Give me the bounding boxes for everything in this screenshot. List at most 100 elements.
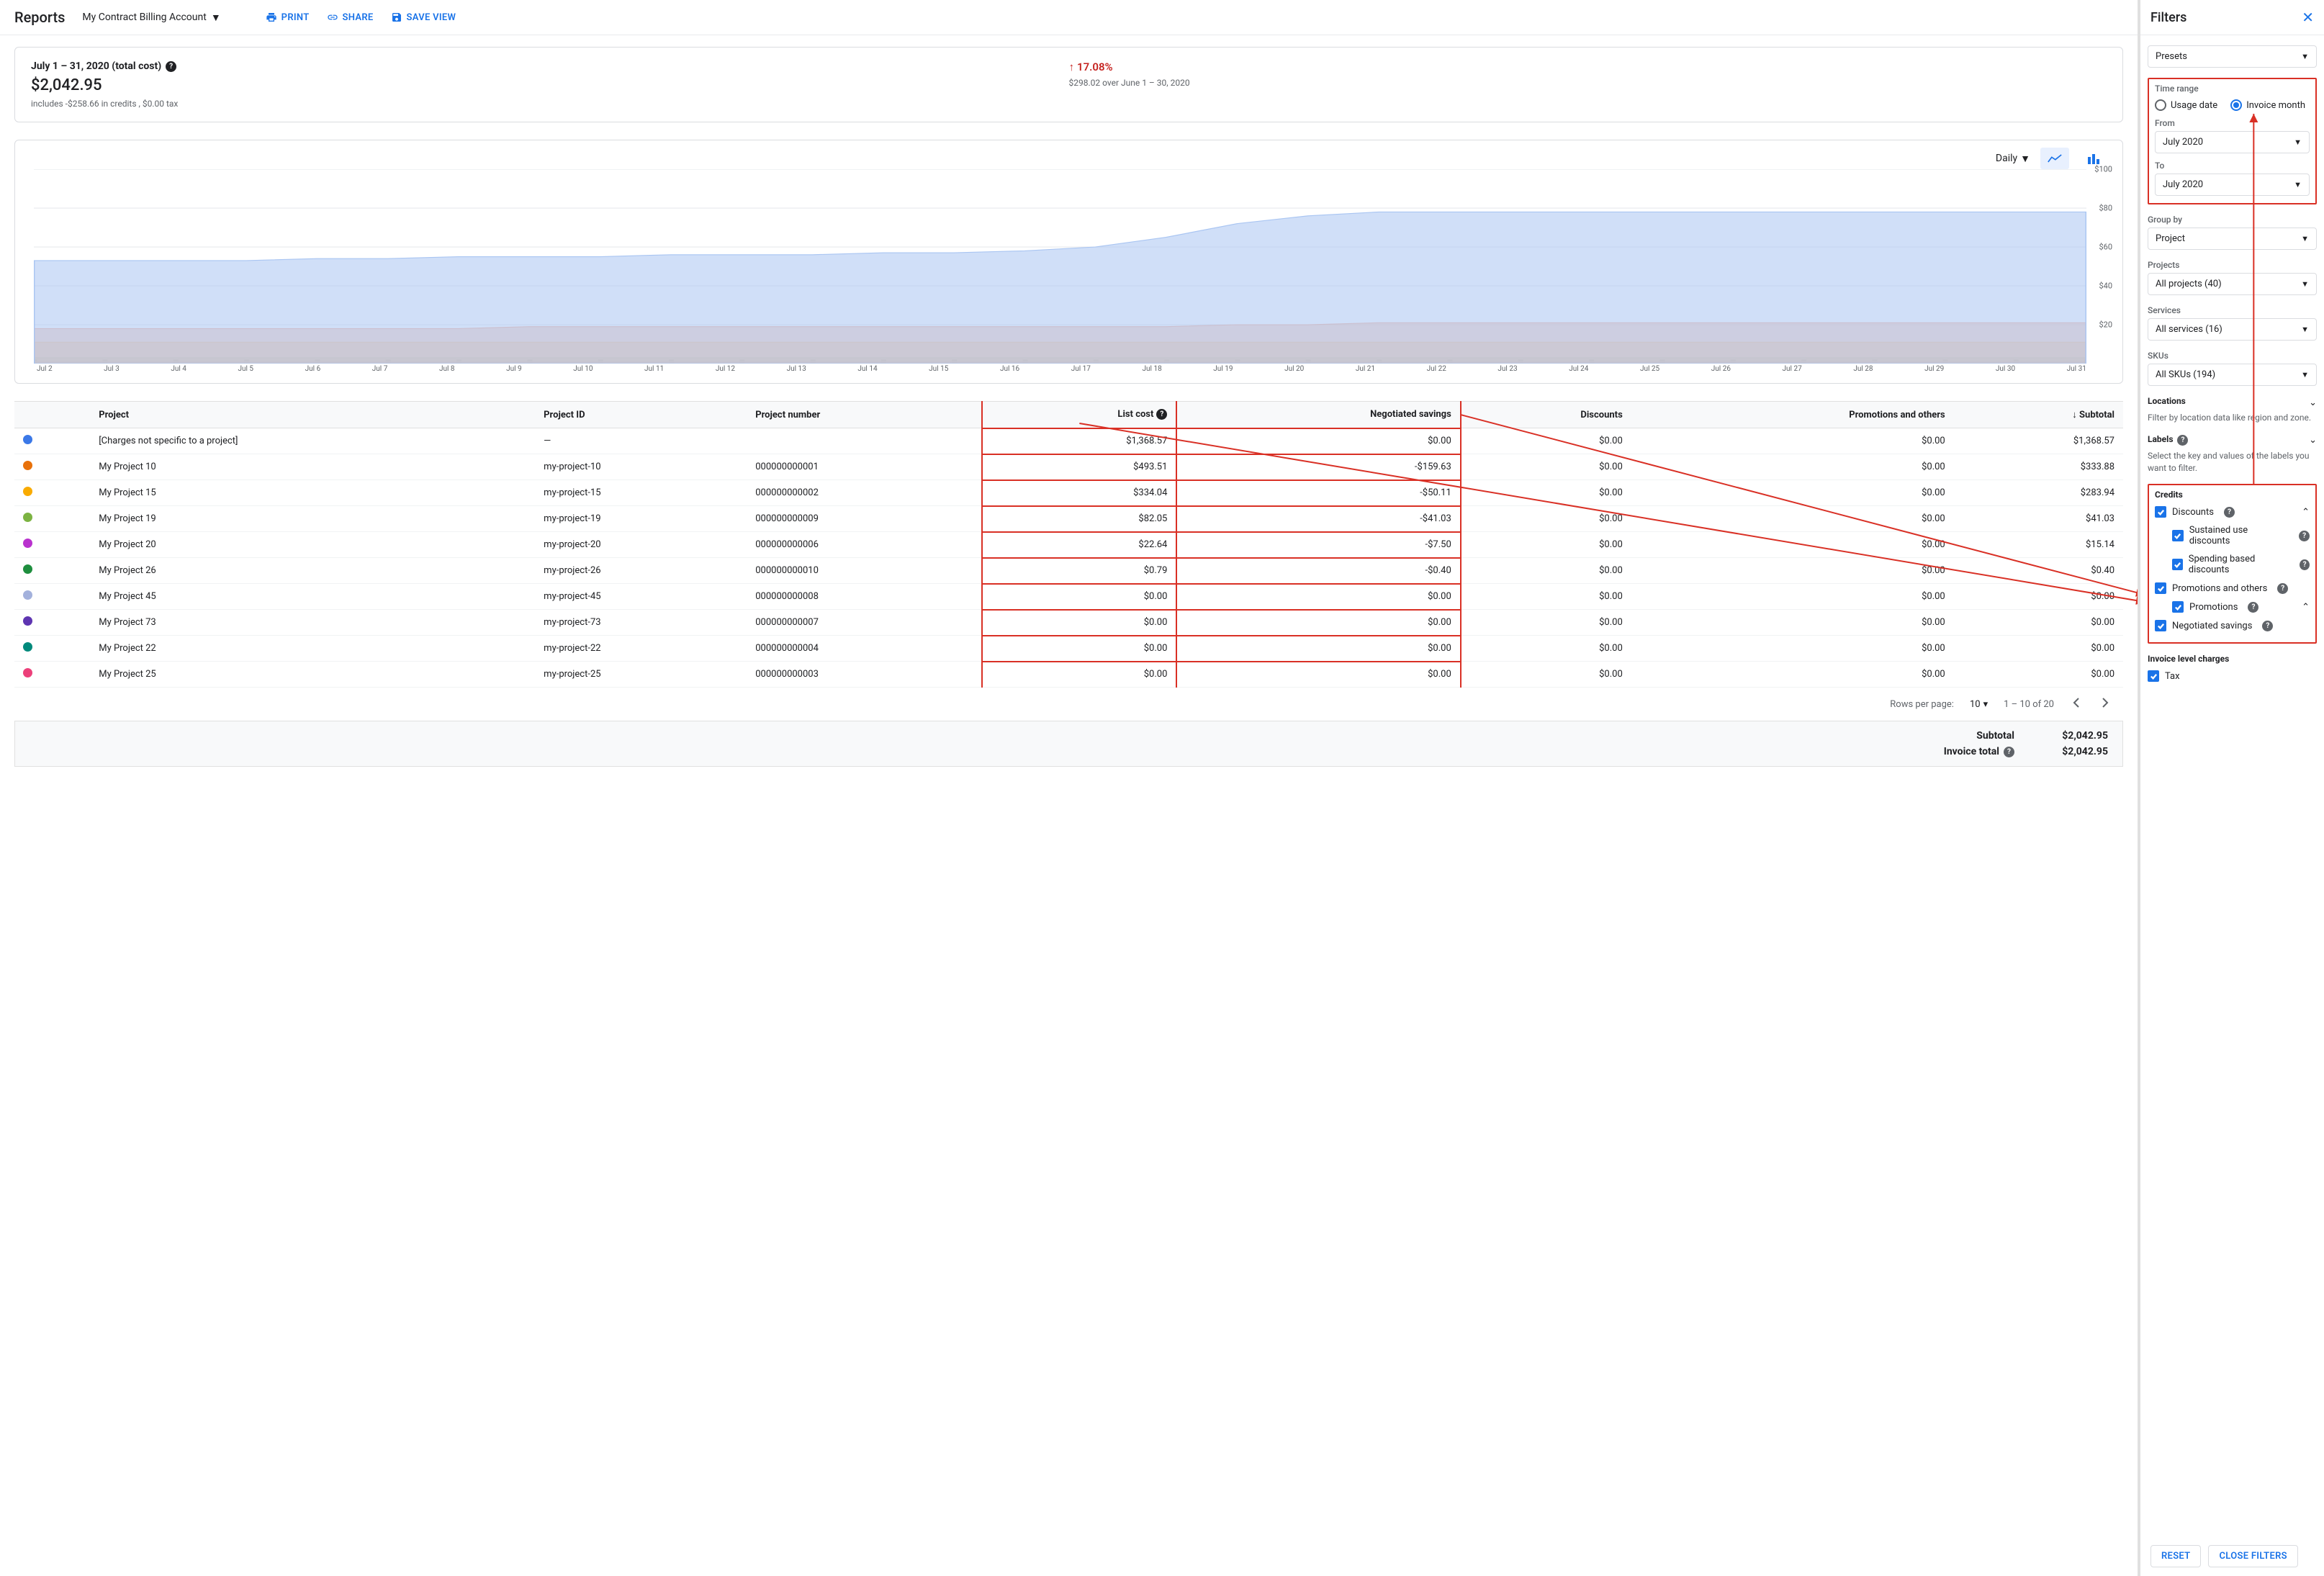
close-filters-button[interactable]: CLOSE FILTERS [2208, 1545, 2297, 1567]
link-icon [327, 12, 338, 23]
totals: Subtotal $2,042.95 Invoice total ? $2,04… [14, 721, 2123, 767]
time-range-label: Time range [2155, 84, 2310, 94]
close-filters-icon[interactable]: ✕ [2302, 9, 2314, 26]
presets-dropdown[interactable]: Presets▼ [2148, 45, 2317, 68]
chevron-up-icon[interactable]: ⌃ [2302, 602, 2310, 613]
chevron-right-icon [2102, 698, 2109, 708]
labels-toggle[interactable]: Labels ? ⌄ [2148, 434, 2317, 447]
caret-down-icon: ▼ [2301, 52, 2309, 61]
groupby-label: Group by [2148, 215, 2317, 225]
promotions-checkbox[interactable]: Promotions?⌃ [2155, 598, 2310, 616]
radio-off-icon [2155, 99, 2166, 111]
help-icon[interactable]: ? [2300, 559, 2310, 570]
caret-down-icon: ▼ [2294, 180, 2302, 189]
groupby-dropdown[interactable]: Project▼ [2148, 228, 2317, 250]
help-icon[interactable]: ? [2224, 507, 2235, 518]
pagination-range: 1 – 10 of 20 [2004, 699, 2054, 710]
negotiated-savings-checkbox[interactable]: Negotiated savings? [2155, 616, 2310, 635]
table-row[interactable]: My Project 73my-project-73000000000007$0… [14, 610, 2123, 636]
table-row[interactable]: [Charges not specific to a project]—$1,3… [14, 428, 2123, 454]
to-dropdown[interactable]: July 2020▼ [2155, 174, 2310, 196]
promotions-others-checkbox[interactable]: Promotions and others? [2155, 579, 2310, 598]
account-selector[interactable]: My Contract Billing Account ▼ [82, 12, 220, 24]
services-dropdown[interactable]: All services (16)▼ [2148, 318, 2317, 341]
line-chart-button[interactable] [2040, 148, 2069, 169]
chevron-up-icon[interactable]: ⌃ [2302, 507, 2310, 518]
credits-label: Credits [2155, 490, 2310, 500]
tax-checkbox[interactable]: Tax [2148, 667, 2317, 685]
discounts-checkbox[interactable]: Discounts?⌃ [2155, 503, 2310, 521]
prev-page-button[interactable] [2070, 695, 2083, 713]
caret-down-icon: ▼ [2301, 325, 2309, 334]
locations-toggle[interactable]: Locations ⌄ [2148, 396, 2317, 409]
table-row[interactable]: My Project 15my-project-15000000000002$3… [14, 480, 2123, 506]
print-button[interactable]: PRINT [266, 12, 310, 23]
summary-sub: includes -$258.66 in credits , $0.00 tax [31, 99, 1069, 109]
caret-down-icon: ▼ [2301, 279, 2309, 289]
next-page-button[interactable] [2099, 695, 2112, 713]
rows-per-page-label: Rows per page: [1890, 699, 1954, 710]
bar-chart-icon [2087, 153, 2100, 164]
services-label: Services [2148, 305, 2317, 315]
help-icon[interactable]: ? [2004, 747, 2014, 757]
summary-delta: ↑ 17.08% [1069, 60, 2107, 73]
skus-dropdown[interactable]: All SKUs (194)▼ [2148, 364, 2317, 386]
caret-down-icon: ▾ [1983, 699, 1989, 710]
table-row[interactable]: My Project 45my-project-45000000000008$0… [14, 584, 2123, 610]
invoice-total-label: Invoice total [1944, 746, 1999, 757]
subtotal-label: Subtotal [1976, 730, 2014, 742]
arrow-up-icon: ↑ [1069, 60, 1075, 73]
table-row[interactable]: My Project 26my-project-26000000000010$0… [14, 558, 2123, 584]
help-icon[interactable]: ? [2177, 435, 2188, 446]
chart-area: $20$40$60$80$100 [15, 169, 2122, 364]
usage-date-radio[interactable]: Usage date [2155, 99, 2217, 111]
save-view-button[interactable]: SAVE VIEW [391, 12, 456, 23]
chart-card: Daily ▼ $20$40$60$80$100 Jul 2Jul 3Jul 4… [14, 140, 2123, 384]
account-name: My Contract Billing Account [82, 12, 206, 23]
summary-total: $2,042.95 [31, 76, 1069, 94]
help-icon[interactable]: ? [2299, 531, 2310, 541]
line-chart-icon [2048, 153, 2062, 164]
table-row[interactable]: My Project 20my-project-20000000000006$2… [14, 532, 2123, 558]
filters-panel: Filters ✕ Presets▼ Time range Usage date… [2140, 0, 2324, 1576]
skus-label: SKUs [2148, 351, 2317, 361]
table-row[interactable]: My Project 22my-project-22000000000004$0… [14, 636, 2123, 662]
locations-help: Filter by location data like region and … [2148, 412, 2317, 424]
caret-down-icon: ▼ [2301, 370, 2309, 379]
reset-button[interactable]: RESET [2150, 1545, 2201, 1567]
table-row[interactable]: My Project 19my-project-19000000000009$8… [14, 506, 2123, 532]
radio-on-icon [2230, 99, 2242, 111]
aggregation-dropdown[interactable]: Daily ▼ [1996, 153, 2030, 165]
caret-down-icon: ▼ [2020, 153, 2030, 165]
caret-down-icon: ▼ [2294, 138, 2302, 147]
projects-dropdown[interactable]: All projects (40)▼ [2148, 273, 2317, 295]
to-label: To [2155, 161, 2310, 171]
share-button[interactable]: SHARE [327, 12, 374, 23]
print-icon [266, 12, 277, 23]
help-icon[interactable]: ? [2248, 602, 2258, 613]
sustained-use-checkbox[interactable]: Sustained use discounts? [2155, 521, 2310, 550]
pagination: Rows per page: 10 ▾ 1 – 10 of 20 [14, 688, 2123, 721]
time-range-section: Time range Usage date Invoice month From… [2148, 78, 2317, 204]
data-table: ProjectProject IDProject numberList cost… [14, 401, 2123, 767]
help-icon[interactable]: ? [166, 61, 176, 72]
chevron-left-icon [2073, 698, 2080, 708]
invoice-total-value: $2,042.95 [2043, 746, 2108, 757]
projects-label: Projects [2148, 260, 2317, 270]
summary-delta-sub: $298.02 over June 1 – 30, 2020 [1069, 78, 2107, 88]
chevron-down-icon: ⌄ [2309, 397, 2317, 408]
table-row[interactable]: My Project 25my-project-25000000000003$0… [14, 662, 2123, 688]
spending-based-checkbox[interactable]: Spending based discounts? [2155, 550, 2310, 579]
summary-range: July 1 – 31, 2020 (total cost) [31, 60, 161, 72]
rows-per-page-select[interactable]: 10 ▾ [1970, 699, 1988, 710]
from-label: From [2155, 118, 2310, 128]
summary-card: July 1 – 31, 2020 (total cost) ? $2,042.… [14, 47, 2123, 122]
table-row[interactable]: My Project 10my-project-10000000000001$4… [14, 454, 2123, 480]
caret-down-icon: ▼ [211, 12, 221, 24]
from-dropdown[interactable]: July 2020▼ [2155, 131, 2310, 153]
invoice-month-radio[interactable]: Invoice month [2230, 99, 2305, 111]
credits-section: Credits Discounts?⌃ Sustained use discou… [2148, 484, 2317, 644]
help-icon[interactable]: ? [2262, 621, 2273, 631]
caret-down-icon: ▼ [2301, 234, 2309, 243]
help-icon[interactable]: ? [2277, 583, 2288, 594]
